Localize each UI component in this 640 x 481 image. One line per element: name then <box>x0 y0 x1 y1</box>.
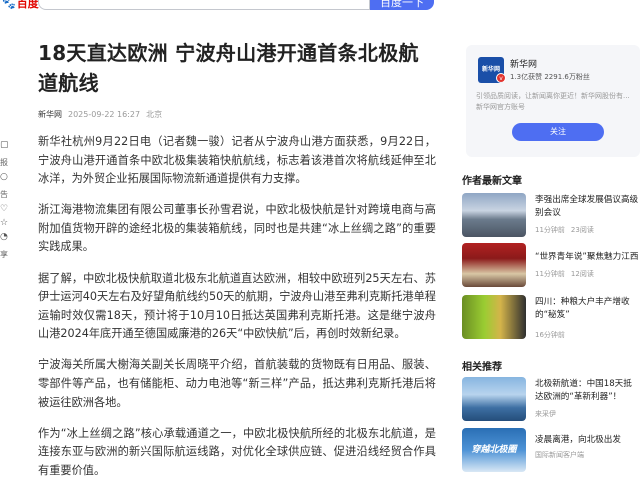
like-icon[interactable]: ♡ <box>0 204 14 218</box>
news-thumbnail[interactable] <box>462 377 526 421</box>
thumb-text: 穿越北极圈 <box>471 445 517 455</box>
related-news-title: 相关推荐 <box>462 362 502 373</box>
news-title[interactable]: “世界青年说”聚焦魅力江西 <box>535 251 640 264</box>
news-thumbnail[interactable]: 穿越北极圈 <box>462 428 526 472</box>
news-time: 11分钟前 <box>535 226 565 234</box>
search-button[interactable]: 百度一下 <box>370 0 434 10</box>
news-thumbnail[interactable] <box>462 295 526 339</box>
article-paragraph: 作为“冰上丝绸之路”核心承载通道之一，中欧北极快航所经的北极东北航道，是连接东亚… <box>38 426 436 477</box>
news-reads: 23阅读 <box>570 226 594 234</box>
share-sidebar: ▢ 报 ○ 告 ♡ ☆ ◔ 享 <box>0 140 14 264</box>
article-title: 18天直达欧洲 宁波舟山港开通首条北极航道航线 <box>38 41 419 95</box>
news-item[interactable]: “世界青年说”聚焦魅力江西 11分钟前 12阅读 <box>462 243 640 291</box>
baidu-logo[interactable]: 🐾百度 <box>2 0 39 11</box>
share-item-report[interactable]: 报 <box>0 154 14 172</box>
share-item-share[interactable]: 享 <box>0 246 14 264</box>
news-title[interactable]: 凌晨离港，向北极出发 <box>535 434 640 447</box>
article-meta: 新华网 2025-09-22 16:27 北京 <box>38 108 436 122</box>
news-meta: 11分钟前 23阅读 <box>535 225 594 235</box>
news-meta: 16分钟前 <box>535 330 565 340</box>
article-paragraph: 据了解，中欧北极快航取道北极东北航道直达欧洲，相较中欧班列25天左右、苏伊士运河… <box>38 271 436 341</box>
wechat-icon[interactable]: ◔ <box>0 232 14 246</box>
news-item[interactable]: 李强出席全球发展倡议高级别会议 11分钟前 23阅读 <box>462 193 640 241</box>
news-source: 来采伊 <box>535 410 556 418</box>
related-item[interactable]: 穿越北极圈 凌晨离港，向北极出发 国际新闻客户端 <box>462 428 640 476</box>
author-description: 引领品质阅读，让新闻离你更近！新华网股份有... 新华网官方账号 <box>476 91 640 113</box>
news-time: 11分钟前 <box>535 270 565 278</box>
news-title[interactable]: 李强出席全球发展倡议高级别会议 <box>535 194 640 220</box>
author-name[interactable]: 新华网 <box>510 57 537 70</box>
author-card: 新华网 v 新华网 1.3亿获赞 2291.6万粉丝 引领品质阅读，让新闻离你更… <box>466 45 640 157</box>
news-source: 国际新闻客户端 <box>535 451 584 459</box>
follow-button[interactable]: 关注 <box>512 123 604 141</box>
article-location: 北京 <box>146 110 163 119</box>
article: 18天直达欧洲 宁波舟山港开通首条北极航道航线 新华网 2025-09-22 16… <box>38 38 436 481</box>
news-time: 16分钟前 <box>535 331 565 339</box>
article-body: 新华社杭州9月22日电（记者魏一骏）记者从宁波舟山港方面获悉，9月22日，宁波舟… <box>38 133 436 481</box>
news-item[interactable]: 四川：种粮大户丰产增收的“秘笈” 16分钟前 <box>462 295 640 343</box>
news-meta: 11分钟前 12阅读 <box>535 269 594 279</box>
news-thumbnail[interactable] <box>462 243 526 287</box>
share-item-tell[interactable]: 告 <box>0 186 14 204</box>
star-icon[interactable]: ☆ <box>0 218 14 232</box>
news-thumbnail[interactable] <box>462 193 526 237</box>
collect-icon[interactable]: ○ <box>0 172 14 186</box>
article-paragraph: 新华社杭州9月22日电（记者魏一骏）记者从宁波舟山港方面获悉，9月22日，宁波舟… <box>38 135 436 186</box>
news-title[interactable]: 四川：种粮大户丰产增收的“秘笈” <box>535 296 640 322</box>
news-reads: 12阅读 <box>570 270 594 278</box>
comment-icon[interactable]: ▢ <box>0 140 14 154</box>
search-input[interactable] <box>38 0 370 10</box>
news-title[interactable]: 北极新航道：中国18天抵达欧洲的“革新利器”！ <box>535 378 640 404</box>
author-news-title: 作者最新文章 <box>462 176 522 187</box>
article-datetime: 2025-09-22 16:27 <box>68 110 141 119</box>
top-bar: 🐾百度 百度一下 <box>0 0 640 12</box>
article-paragraph: 浙江海港物流集团有限公司董事长孙雪君说，中欧北极快航是针对跨境电商与高附加值货物… <box>38 203 436 254</box>
author-stats: 1.3亿获赞 2291.6万粉丝 <box>510 73 590 81</box>
article-source[interactable]: 新华网 <box>38 110 62 119</box>
author-desc-line2: 新华网官方账号 <box>476 103 525 111</box>
verified-icon: v <box>496 73 506 83</box>
article-paragraph: 宁波海关所属大榭海关副关长周晓平介绍，首航装载的货物既有日用品、服装、零部件等产… <box>38 358 436 409</box>
paw-icon: 🐾 <box>2 0 16 10</box>
author-desc-line1: 引领品质阅读，让新闻离你更近！新华网股份有... <box>476 92 630 100</box>
related-item[interactable]: 北极新航道：中国18天抵达欧洲的“革新利器”！ 来采伊 <box>462 377 640 425</box>
logo-text: 百度 <box>16 0 39 10</box>
